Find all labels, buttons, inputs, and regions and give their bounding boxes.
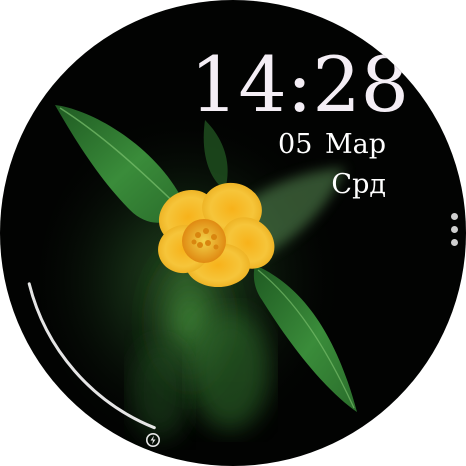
weekday-label: Срд: [331, 169, 386, 200]
menu-dot: [451, 213, 458, 220]
watch-screen: 14:28 05 Мар Срд: [0, 0, 466, 466]
menu-dots-icon[interactable]: [449, 213, 461, 253]
menu-dot: [451, 239, 458, 246]
date-label: 05 Мар: [278, 129, 386, 160]
menu-dot: [451, 226, 458, 233]
battery-charging-icon: [146, 433, 160, 447]
clock-time: 14:28: [190, 40, 410, 129]
